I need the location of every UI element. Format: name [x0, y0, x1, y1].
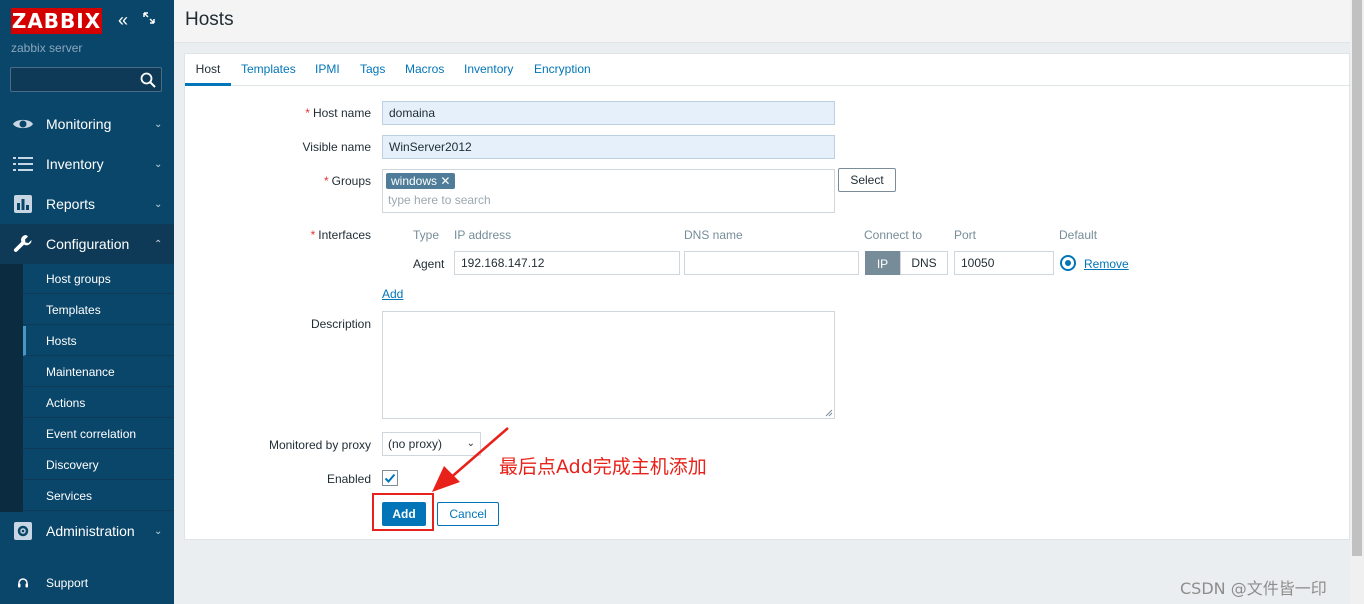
chevron-down-icon: ⌄: [154, 118, 163, 130]
description-textarea[interactable]: [382, 311, 835, 419]
ip-address-input[interactable]: 192.168.147.12: [454, 251, 680, 275]
interface-type: Agent: [413, 257, 445, 271]
groups-placeholder: type here to search: [388, 193, 491, 207]
sidebar-item-event-correlation[interactable]: Event correlation: [23, 419, 174, 449]
submenu-rail: [0, 264, 23, 512]
watermark: CSDN @文件皆一印: [1180, 579, 1327, 598]
close-icon[interactable]: ✕: [440, 174, 450, 188]
server-name: zabbix server: [11, 41, 83, 55]
sidebar-item-hosts[interactable]: Hosts: [23, 326, 174, 356]
eye-icon: [0, 117, 46, 131]
port-input[interactable]: 10050: [954, 251, 1054, 275]
col-type: Type: [413, 228, 440, 242]
chevron-up-icon: ⌃: [154, 238, 163, 250]
host-name-input[interactable]: domaina: [382, 101, 835, 125]
annotation-text: 最后点Add完成主机添加: [499, 456, 707, 478]
col-default: Default: [1059, 228, 1098, 242]
chevron-down-icon: ⌄: [154, 198, 163, 210]
sidebar-item-services[interactable]: Services: [23, 481, 174, 511]
tab-tags[interactable]: Tags: [360, 54, 385, 86]
remove-interface-link[interactable]: Remove: [1084, 257, 1129, 271]
visible-name-input[interactable]: WinServer2012: [382, 135, 835, 159]
tab-encryption[interactable]: Encryption: [534, 54, 591, 86]
wrench-icon: [0, 234, 46, 254]
support-label: Support: [46, 576, 89, 590]
kiosk-mode-icon[interactable]: [143, 12, 155, 24]
sidebar-item-actions[interactable]: Actions: [23, 388, 174, 418]
chevron-down-icon: ⌄: [154, 158, 163, 170]
headset-icon: [0, 577, 46, 589]
group-tag: windows ✕: [386, 173, 456, 189]
double-chevron-left-icon[interactable]: «: [118, 10, 128, 31]
tab-inventory[interactable]: Inventory: [464, 54, 513, 86]
list-icon: [0, 157, 46, 171]
menu-label: Inventory: [46, 156, 104, 172]
menu-label: Reports: [46, 196, 96, 212]
check-icon: [384, 473, 396, 483]
col-connect-to: Connect to: [864, 228, 923, 242]
sidebar-item-host-groups[interactable]: Host groups: [23, 264, 174, 294]
page-header: Hosts: [174, 0, 1364, 43]
col-ip-address: IP address: [454, 228, 512, 242]
gear-icon: [0, 522, 46, 540]
enabled-checkbox[interactable]: [382, 470, 398, 486]
vertical-scrollbar[interactable]: [1350, 0, 1364, 604]
connect-ip-button[interactable]: IP: [865, 251, 900, 275]
menu-label: Monitoring: [46, 116, 112, 132]
select-groups-button[interactable]: Select: [838, 168, 896, 192]
sidebar-item-discovery[interactable]: Discovery: [23, 450, 174, 480]
menu-administration[interactable]: Administration ⌄: [0, 511, 174, 551]
interfaces-label: * Interfaces: [310, 228, 371, 242]
groups-label: * Groups: [323, 174, 371, 188]
add-interface-link[interactable]: Add: [382, 287, 403, 301]
tab-host[interactable]: Host: [185, 54, 231, 86]
description-label: Description: [310, 317, 371, 331]
search-icon[interactable]: [139, 71, 157, 89]
col-port: Port: [954, 228, 977, 242]
resize-handle-icon[interactable]: [825, 409, 833, 417]
form-tabs: Host Templates IPMI Tags Macros Inventor…: [185, 54, 1351, 86]
enabled-label: Enabled: [326, 472, 371, 486]
support-link[interactable]: Support: [0, 572, 174, 594]
chevron-down-icon: ⌄: [154, 525, 163, 537]
tab-macros[interactable]: Macros: [405, 54, 444, 86]
visible-name-label: Visible name: [302, 140, 371, 154]
sidebar-item-templates[interactable]: Templates: [23, 295, 174, 325]
page-title: Hosts: [185, 9, 234, 30]
menu-label: Administration: [46, 523, 135, 539]
groups-multiselect[interactable]: windows ✕ type here to search: [382, 169, 835, 213]
host-name-label: * Host name: [305, 106, 371, 120]
menu-configuration[interactable]: Configuration ⌃: [0, 224, 174, 264]
cancel-button[interactable]: Cancel: [437, 502, 499, 526]
tab-ipmi[interactable]: IPMI: [315, 54, 340, 86]
default-interface-radio[interactable]: [1060, 255, 1076, 271]
menu-inventory[interactable]: Inventory ⌄: [0, 144, 174, 184]
connect-dns-button[interactable]: DNS: [900, 251, 948, 275]
menu-monitoring[interactable]: Monitoring ⌄: [0, 104, 174, 144]
tab-templates[interactable]: Templates: [241, 54, 296, 86]
proxy-label: Monitored by proxy: [268, 438, 371, 452]
sidebar-item-maintenance[interactable]: Maintenance: [23, 357, 174, 387]
col-dns-name: DNS name: [684, 228, 743, 242]
scrollbar-thumb[interactable]: [1352, 0, 1362, 556]
host-form: Host Templates IPMI Tags Macros Inventor…: [184, 53, 1351, 540]
bar-chart-icon: [0, 195, 46, 213]
search-input[interactable]: [10, 67, 162, 92]
zabbix-logo[interactable]: ZABBIX: [11, 8, 102, 34]
sidebar: ZABBIX « zabbix server Monitoring ⌄ Inve…: [0, 0, 174, 604]
dns-name-input[interactable]: [684, 251, 859, 275]
menu-label: Configuration: [46, 236, 130, 252]
menu-reports[interactable]: Reports ⌄: [0, 184, 174, 224]
